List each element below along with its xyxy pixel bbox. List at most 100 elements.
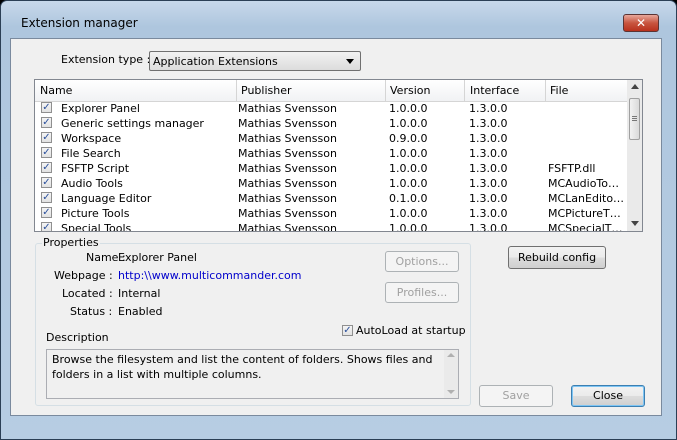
row-checkbox[interactable]: ✓	[41, 162, 52, 173]
cell-version: 1.0.0.0	[389, 147, 428, 160]
row-checkbox[interactable]: ✓	[41, 177, 52, 188]
row-checkbox[interactable]: ✓	[41, 222, 52, 231]
extension-type-select[interactable]: Application Extensions	[149, 51, 361, 71]
table-row[interactable]: ✓ Generic settings manager Mathias Svensso…	[35, 116, 627, 131]
cell-publisher: Mathias Svensson	[238, 117, 337, 130]
cell-version: 1.0.0.0	[389, 162, 428, 175]
scroll-up-icon[interactable]	[631, 84, 639, 89]
row-checkbox[interactable]: ✓	[41, 207, 52, 218]
autoload-checkbox[interactable]: ✓	[342, 325, 353, 336]
table-row[interactable]: ✓ File Search Mathias Svensson 1.0.0.0 1.3.0…	[35, 146, 627, 161]
cell-name: Explorer Panel	[61, 102, 140, 115]
cell-name: Language Editor	[61, 192, 152, 205]
status-label: Status :	[70, 305, 113, 318]
cell-name: Special Tools	[61, 222, 132, 231]
column-header-publisher[interactable]: Publisher	[241, 84, 292, 97]
table-row[interactable]: ✓ FSFTP Script Mathias Svensson 1.0.0.0 1.3.…	[35, 161, 627, 176]
name-value: Explorer Panel	[118, 251, 197, 264]
cell-version: 1.0.0.0	[389, 222, 428, 231]
options-button[interactable]: Options...	[385, 251, 459, 272]
scroll-down-icon[interactable]	[447, 390, 455, 394]
grip-line	[632, 118, 637, 119]
list-header: Name Publisher Version Interface File	[35, 80, 627, 102]
chevron-down-icon	[346, 59, 354, 64]
located-value: Internal	[118, 287, 161, 300]
cell-name: File Search	[61, 147, 121, 160]
cell-publisher: Mathias Svensson	[238, 162, 337, 175]
extension-manager-window: Extension manager ✕ Extension type : App…	[0, 0, 677, 440]
column-divider[interactable]	[464, 80, 465, 101]
list-scrollbar[interactable]	[627, 80, 642, 231]
row-checkbox[interactable]: ✓	[41, 117, 52, 128]
cell-name: Workspace	[61, 132, 122, 145]
description-scrollbar[interactable]	[444, 350, 458, 398]
table-row[interactable]: ✓ Special Tools Mathias Svensson 1.0.0.0 1.3…	[35, 221, 627, 231]
extensions-list: Name Publisher Version Interface File ✓ E…	[34, 79, 643, 232]
save-button[interactable]: Save	[479, 385, 553, 407]
cell-interface: 1.3.0.0	[469, 192, 508, 205]
window-close-button[interactable]: ✕	[623, 14, 659, 32]
column-divider[interactable]	[236, 80, 237, 101]
table-row[interactable]: ✓ Audio Tools Mathias Svensson 1.0.0.0 1.3.0…	[35, 176, 627, 191]
profiles-button[interactable]: Profiles...	[385, 282, 459, 303]
rebuild-config-button[interactable]: Rebuild config	[508, 246, 606, 269]
cell-publisher: Mathias Svensson	[238, 147, 337, 160]
cell-version: 0.1.0.0	[389, 192, 428, 205]
close-button[interactable]: Close	[571, 385, 645, 407]
cell-publisher: Mathias Svensson	[238, 102, 337, 115]
row-checkbox[interactable]: ✓	[41, 102, 52, 113]
cell-interface: 1.3.0.0	[469, 207, 508, 220]
cell-version: 1.0.0.0	[389, 177, 428, 190]
cell-name: Audio Tools	[61, 177, 123, 190]
cell-interface: 1.3.0.0	[469, 162, 508, 175]
grip-line	[632, 116, 637, 117]
scroll-up-icon[interactable]	[447, 353, 455, 357]
cell-name: FSFTP Script	[61, 162, 130, 175]
cell-file: FSFTP.dll	[548, 162, 596, 175]
close-icon: ✕	[635, 16, 647, 30]
cell-publisher: Mathias Svensson	[238, 132, 337, 145]
autoload-label[interactable]: AutoLoad at startup	[356, 324, 466, 337]
cell-version: 0.9.0.0	[389, 132, 428, 145]
extension-type-value: Application Extensions	[153, 55, 278, 68]
cell-interface: 1.3.0.0	[469, 222, 508, 231]
cell-version: 1.0.0.0	[389, 207, 428, 220]
cell-file: MCLanEdito…	[548, 192, 625, 205]
column-header-version[interactable]: Version	[390, 84, 430, 97]
cell-interface: 1.3.0.0	[469, 117, 508, 130]
column-divider[interactable]	[385, 80, 386, 101]
located-label: Located :	[62, 287, 113, 300]
cell-version: 1.0.0.0	[389, 117, 428, 130]
extension-type-label: Extension type :	[61, 53, 151, 66]
table-row[interactable]: ✓ Language Editor Mathias Svensson 0.1.0.0 1…	[35, 191, 627, 206]
cell-publisher: Mathias Svensson	[238, 207, 337, 220]
cell-interface: 1.3.0.0	[469, 147, 508, 160]
column-header-name[interactable]: Name	[40, 84, 72, 97]
dialog-client: Extension type : Application Extensions …	[10, 38, 662, 416]
description-box[interactable]: Browse the filesystem and list the conte…	[46, 349, 459, 399]
cell-version: 1.0.0.0	[389, 102, 428, 115]
webpage-label: Webpage :	[54, 269, 113, 282]
row-checkbox[interactable]: ✓	[41, 192, 52, 203]
column-header-file[interactable]: File	[550, 84, 568, 97]
scrollbar-thumb[interactable]	[629, 98, 640, 140]
cell-interface: 1.3.0.0	[469, 102, 508, 115]
row-checkbox[interactable]: ✓	[41, 147, 52, 158]
table-row[interactable]: ✓ Explorer Panel Mathias Svensson 1.0.0.0 1.…	[35, 101, 627, 116]
cell-publisher: Mathias Svensson	[238, 192, 337, 205]
column-header-interface[interactable]: Interface	[470, 84, 519, 97]
webpage-link[interactable]: http:\\www.multicommander.com	[118, 269, 301, 282]
description-label: Description	[46, 331, 109, 344]
column-divider[interactable]	[545, 80, 546, 101]
table-row[interactable]: ✓ Workspace Mathias Svensson 0.9.0.0 1.3.0.0	[35, 131, 627, 146]
cell-publisher: Mathias Svensson	[238, 222, 337, 231]
cell-name: Generic settings manager	[61, 117, 204, 130]
cell-name: Picture Tools	[61, 207, 130, 220]
status-value: Enabled	[118, 305, 163, 318]
cell-file: MCSpecialT…	[548, 222, 623, 231]
scroll-down-icon[interactable]	[631, 221, 639, 226]
row-checkbox[interactable]: ✓	[41, 132, 52, 143]
grip-line	[632, 120, 637, 121]
table-row[interactable]: ✓ Picture Tools Mathias Svensson 1.0.0.0 1.3…	[35, 206, 627, 221]
list-rows: ✓ Explorer Panel Mathias Svensson 1.0.0.0 1.…	[35, 101, 627, 231]
